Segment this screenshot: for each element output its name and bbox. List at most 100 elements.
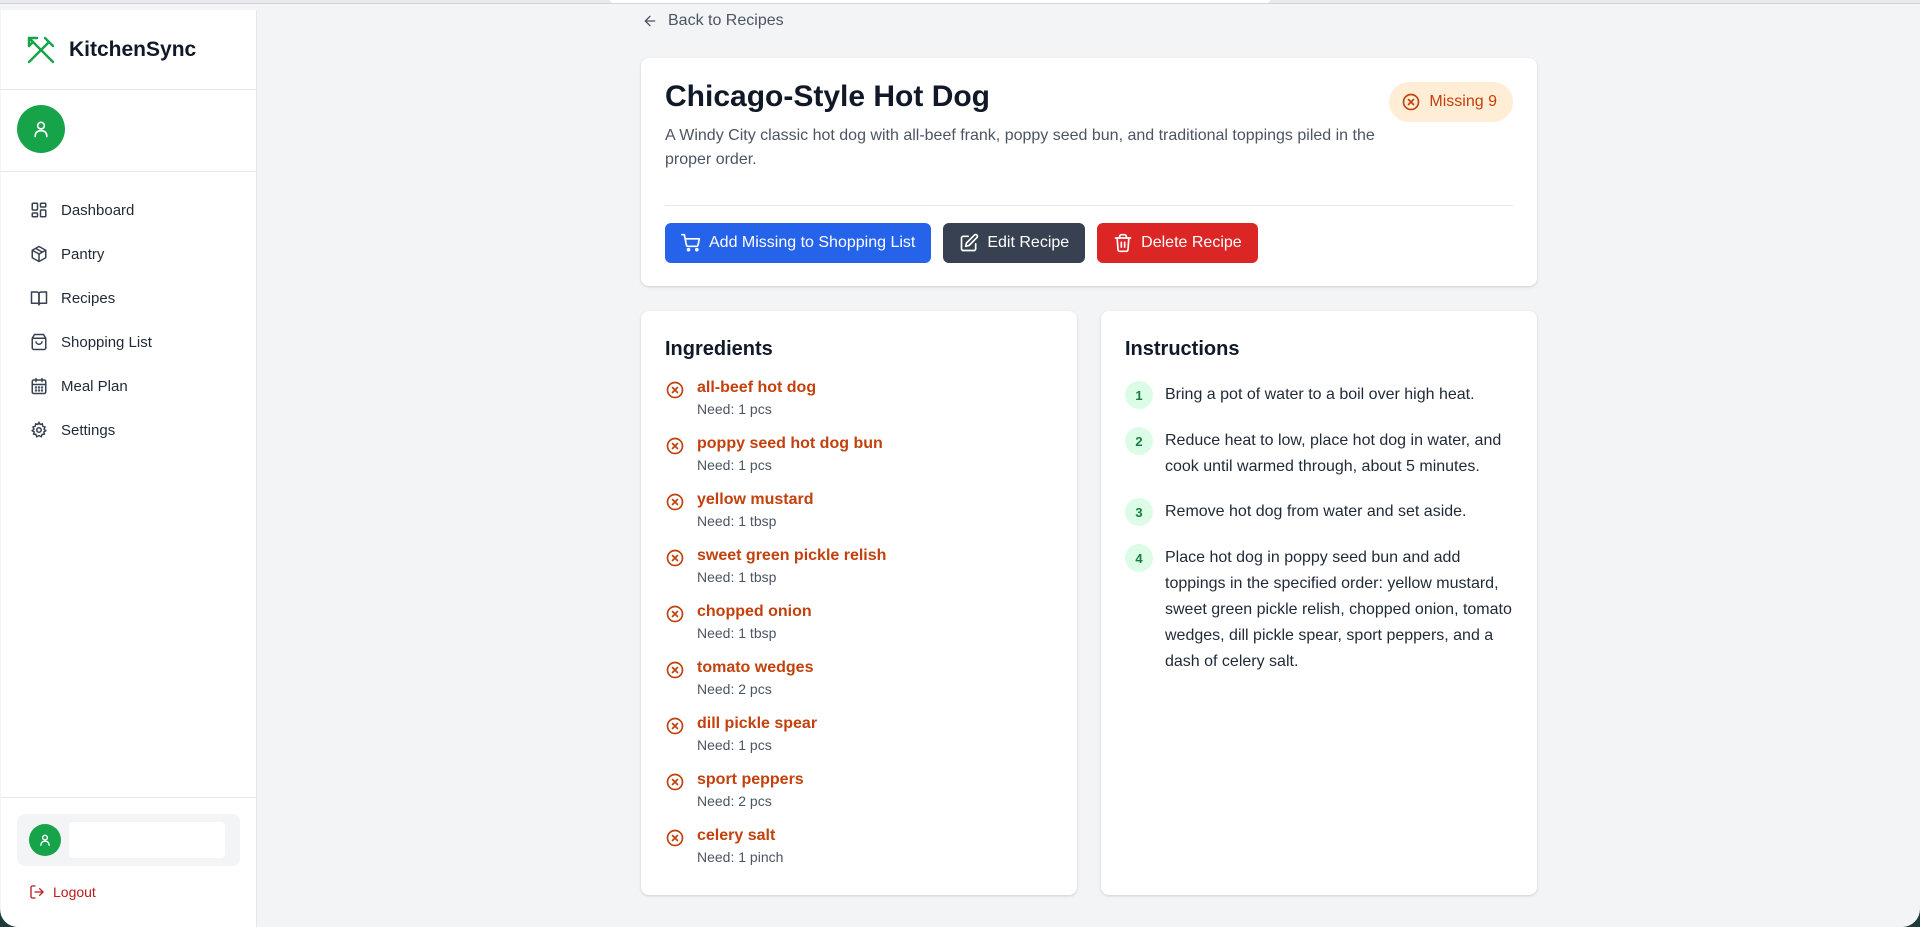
step-text: Bring a pot of water to a boil over high…: [1165, 386, 1475, 403]
user-chip[interactable]: [17, 814, 240, 866]
ingredient-name: yellow mustard: [697, 491, 814, 508]
ingredient-name: sport peppers: [697, 771, 804, 788]
sidebar-item-label: Meal Plan: [61, 377, 128, 395]
logout-button[interactable]: Logout: [29, 884, 240, 900]
x-circle-icon: [665, 659, 685, 715]
step-text: Reduce heat to low, place hot dog in wat…: [1165, 432, 1502, 475]
sidebar-item-recipes[interactable]: Recipes: [13, 280, 244, 316]
ingredient-need: Need: 2 pcs: [697, 793, 772, 809]
arrow-left-icon: [642, 13, 658, 29]
user-name-placeholder: [69, 822, 225, 858]
list-item: 2 Reduce heat to low, place hot dog in w…: [1125, 427, 1513, 480]
sidebar-item-settings[interactable]: Settings: [13, 412, 244, 448]
ingredient-need: Need: 1 pcs: [697, 401, 772, 417]
list-item: 3 Remove hot dog from water and set asid…: [1125, 498, 1513, 526]
app-name: KitchenSync: [69, 37, 197, 61]
sidebar: KitchenSync Dashboard Pantry Recipes Sho…: [1, 10, 257, 927]
delete-recipe-button[interactable]: Delete Recipe: [1097, 223, 1258, 263]
trash-icon: [1113, 233, 1133, 253]
avatar: [29, 824, 61, 856]
ingredient-need: Need: 1 pinch: [697, 849, 784, 865]
list-item: yellow mustard Need: 1 tbsp: [665, 491, 1053, 547]
ingredient-name: poppy seed hot dog bun: [697, 435, 883, 452]
instructions-title: Instructions: [1125, 338, 1240, 360]
cart-icon: [681, 233, 701, 253]
instructions-list: 1 Bring a pot of water to a boil over hi…: [1125, 381, 1513, 675]
step-number: 4: [1125, 544, 1153, 572]
sidebar-item-dashboard[interactable]: Dashboard: [13, 192, 244, 228]
action-bar: Add Missing to Shopping List Edit Recipe…: [665, 223, 1270, 263]
list-item: tomato wedges Need: 2 pcs: [665, 659, 1053, 715]
status-badge-label: Missing 9: [1429, 93, 1497, 110]
recipe-description: A Windy City classic hot dog with all-be…: [665, 127, 1375, 168]
list-item: sweet green pickle relish Need: 1 tbsp: [665, 547, 1053, 603]
sidebar-footer: Logout: [1, 797, 256, 927]
ingredient-need: Need: 1 tbsp: [697, 569, 777, 585]
edit-recipe-label: Edit Recipe: [987, 234, 1070, 251]
sidebar-item-label: Shopping List: [61, 333, 152, 351]
ingredient-need: Need: 1 tbsp: [697, 625, 777, 641]
sidebar-item-meal-plan[interactable]: Meal Plan: [13, 368, 244, 404]
calendar-icon: [29, 376, 49, 396]
ingredient-name: all-beef hot dog: [697, 379, 817, 396]
sidebar-item-label: Recipes: [61, 289, 116, 307]
step-number: 3: [1125, 498, 1153, 526]
edit-recipe-button[interactable]: Edit Recipe: [943, 223, 1086, 263]
sidebar-item-pantry[interactable]: Pantry: [13, 236, 244, 272]
sidebar-item-label: Pantry: [61, 245, 105, 263]
status-badge: Missing 9: [1389, 82, 1513, 122]
back-link-label: Back to Recipes: [668, 12, 784, 29]
ingredient-name: celery salt: [697, 827, 776, 844]
book-icon: [29, 288, 49, 308]
utensils-logo-icon: [25, 34, 57, 66]
page-title: Chicago-Style Hot Dog: [665, 80, 991, 113]
main-content: Back to Recipes Chicago-Style Hot Dog A …: [258, 0, 1920, 927]
step-number: 2: [1125, 427, 1153, 455]
delete-recipe-label: Delete Recipe: [1141, 234, 1242, 251]
list-item: 1 Bring a pot of water to a boil over hi…: [1125, 381, 1513, 409]
step-text: Place hot dog in poppy seed bun and add …: [1165, 549, 1512, 670]
list-item: chopped onion Need: 1 tbsp: [665, 603, 1053, 659]
x-circle-icon: [665, 603, 685, 659]
shopping-bag-icon: [29, 332, 49, 352]
grid-icon: [29, 200, 49, 220]
add-missing-to-shopping-list-button[interactable]: Add Missing to Shopping List: [665, 223, 932, 263]
x-circle-icon: [1401, 92, 1421, 112]
sidebar-item-shopping-list[interactable]: Shopping List: [13, 324, 244, 360]
ingredients-list: all-beef hot dog Need: 1 pcs poppy seed h…: [665, 379, 1053, 883]
edit-icon: [959, 233, 979, 253]
list-item: sport peppers Need: 2 pcs: [665, 771, 1053, 827]
instructions-card: Instructions 1 Bring a pot of water to a…: [1101, 311, 1537, 895]
brand[interactable]: KitchenSync: [1, 10, 256, 90]
x-circle-icon: [665, 379, 685, 435]
x-circle-icon: [665, 435, 685, 491]
list-item: all-beef hot dog Need: 1 pcs: [665, 379, 1053, 435]
user-icon: [40, 834, 50, 846]
divider: [665, 205, 1513, 206]
ingredient-need: Need: 2 pcs: [697, 681, 772, 697]
recipe-header-card: Chicago-Style Hot Dog A Windy City class…: [641, 58, 1537, 286]
user-icon: [34, 121, 48, 138]
back-to-recipes-link[interactable]: Back to Recipes: [642, 12, 784, 30]
step-text: Remove hot dog from water and set aside.: [1165, 503, 1467, 520]
logout-label: Logout: [53, 884, 96, 900]
ingredients-card: Ingredients all-beef hot dog Need: 1 pcs …: [641, 311, 1077, 895]
add-missing-label: Add Missing to Shopping List: [709, 234, 916, 251]
sidebar-item-label: Dashboard: [61, 201, 135, 219]
list-item: dill pickle spear Need: 1 pcs: [665, 715, 1053, 771]
x-circle-icon: [665, 547, 685, 603]
sidebar-item-label: Settings: [61, 421, 116, 439]
avatar[interactable]: [17, 105, 65, 153]
logout-icon: [29, 884, 45, 900]
ingredient-need: Need: 1 tbsp: [697, 513, 777, 529]
ingredient-need: Need: 1 pcs: [697, 457, 772, 473]
x-circle-icon: [665, 715, 685, 771]
box-icon: [29, 244, 49, 264]
profile-area: [1, 90, 256, 172]
ingredient-name: chopped onion: [697, 603, 812, 620]
list-item: poppy seed hot dog bun Need: 1 pcs: [665, 435, 1053, 491]
sidebar-nav: Dashboard Pantry Recipes Shopping List M…: [1, 172, 256, 448]
gear-icon: [29, 420, 49, 440]
ingredient-name: tomato wedges: [697, 659, 814, 676]
ingredients-title: Ingredients: [665, 338, 773, 360]
